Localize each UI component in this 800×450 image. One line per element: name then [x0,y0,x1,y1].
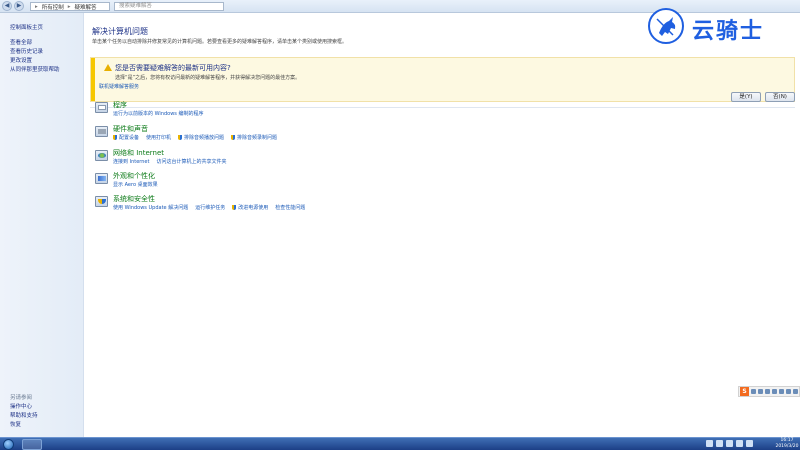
view-history-link[interactable]: 查看历史记录 [10,47,43,55]
knight-emblem-icon [648,8,684,44]
control-panel-home-link[interactable]: 控制面板主页 [10,23,43,31]
online-troubleshooting-link[interactable]: 联机疑难解答服务 [99,83,139,90]
windows-update-link[interactable]: 使用 Windows Update 解决问题 [113,204,188,211]
taskbar: 16:17 2019/3/20 [0,437,800,450]
breadcrumb-item-troubleshooting[interactable]: 疑难解答 [75,3,97,11]
breadcrumb-item-control[interactable]: 所有控制 [42,3,64,11]
ime-mode-icon[interactable] [751,389,756,394]
use-printer-link[interactable]: 使用打印机 [146,134,171,141]
tray-network-icon[interactable] [726,440,733,447]
online-content-banner: 您是否需要疑难解答的最新可用内容? 选择“是”之后，您将有权访问最新的疑难解答程… [90,57,795,102]
uac-shield-icon [113,135,117,140]
power-usage-link[interactable]: 改进电源使用 [232,204,268,211]
left-pane: 控制面板主页 查看全部 查看历史记录 更改设置 从同伴那里获取帮助 另请参阅 操… [0,13,84,437]
action-center-link[interactable]: 操作中心 [10,402,32,410]
uac-shield-icon [178,135,183,140]
breadcrumb-separator: ▸ [35,3,38,10]
watermark-text: 云骑士 [692,19,765,44]
performance-link[interactable]: 检查性能问题 [275,204,305,211]
banner-title: 您是否需要疑难解答的最新可用内容? [115,64,231,72]
banner-text: 选择“是”之后，您将有权访问最新的疑难解答程序，并获得解决您问题的最佳方案。 [115,75,301,81]
taskbar-item-control-panel[interactable] [22,439,42,450]
ime-keyboard-icon[interactable] [779,389,784,394]
back-arrow-icon[interactable]: ◀ [2,1,12,11]
run-legacy-programs-link[interactable]: 运行为以前版本的 Windows 编制的程序 [113,110,204,117]
maintenance-tasks-link[interactable]: 运行维护任务 [195,204,225,211]
ime-toolbar[interactable]: S [738,386,800,397]
help-and-support-link[interactable]: 帮助和支持 [10,411,38,419]
category-programs: 程序 运行为以前版本的 Windows 编制的程序 [93,100,793,122]
audio-playback-link[interactable]: 排除音频播放问题 [178,134,224,141]
category-title-programs[interactable]: 程序 [113,100,127,110]
ime-punctuation-icon[interactable] [758,389,763,394]
uac-shield-icon [231,135,236,140]
tray-volume-icon[interactable] [736,440,743,447]
ime-tools-icon[interactable] [793,389,798,394]
main-content: 解决计算机问题 单击某个任务以自动排除并修复常见的计算机问题。若要查看更多的疑难… [84,13,800,437]
system-tray [706,440,753,447]
ime-moon-icon[interactable] [765,389,770,394]
change-settings-link[interactable]: 更改设置 [10,56,32,64]
page-title: 解决计算机问题 [92,27,148,36]
category-title-hardware-sound[interactable]: 硬件和声音 [113,124,148,134]
category-appearance: 外观和个性化 显示 Aero 桌面效果 [93,171,793,193]
shared-folders-link[interactable]: 访问这台计算机上的共享文件夹 [156,158,226,165]
programs-icon [95,102,108,113]
appearance-icon [95,173,108,184]
ime-skin-icon[interactable] [786,389,791,394]
search-input[interactable]: 搜索疑难解答 [114,2,224,11]
watermark-logo: 云骑士 [648,8,793,46]
aero-effects-link[interactable]: 显示 Aero 桌面效果 [113,181,158,188]
view-all-link[interactable]: 查看全部 [10,38,32,46]
connect-internet-link[interactable]: 连接到 Internet [113,158,149,165]
configure-device-link[interactable]: 配置设备 [113,134,139,141]
get-help-from-friend-link[interactable]: 从同伴那里获取帮助 [10,65,60,73]
taskbar-clock[interactable]: 16:17 2019/3/20 [774,438,800,450]
see-also-heading: 另请参阅 [10,395,33,401]
ime-mic-icon[interactable] [772,389,777,394]
uac-shield-icon [232,205,237,210]
start-orb-icon[interactable] [3,439,14,450]
page-description: 单击某个任务以自动排除并修复常见的计算机问题。若要查看更多的疑难解答程序，请单击… [92,39,348,45]
breadcrumb[interactable]: ▸ 所有控制 ▸ 疑难解答 [30,2,110,11]
hardware-sound-icon [95,126,108,137]
category-hardware-sound: 硬件和声音 配置设备 使用打印机 排除音频播放问题 排除音频录制问题 [93,124,793,146]
warning-triangle-icon [104,64,112,71]
category-network-internet: 网络和 Internet 连接到 Internet 访问这台计算机上的共享文件夹 [93,148,793,170]
breadcrumb-separator: ▸ [67,3,71,10]
network-globe-icon [95,150,108,161]
banner-accent-stripe [91,58,95,101]
tray-ime-icon[interactable] [746,440,753,447]
category-system-security: 系统和安全性 使用 Windows Update 解决问题 运行维护任务 改进电… [93,194,793,216]
clock-date: 2019/3/20 [775,444,799,449]
recovery-link[interactable]: 恢复 [10,420,21,428]
system-security-icon [95,196,108,207]
category-title-system-security[interactable]: 系统和安全性 [113,194,155,204]
sogou-ime-icon[interactable]: S [740,387,749,396]
audio-recording-link[interactable]: 排除音频录制问题 [231,134,277,141]
tray-app-icon[interactable] [706,440,713,447]
tray-flag-icon[interactable] [716,440,723,447]
category-title-appearance[interactable]: 外观和个性化 [113,171,155,181]
category-title-network-internet[interactable]: 网络和 Internet [113,148,164,158]
forward-arrow-icon[interactable]: ▶ [14,1,24,11]
